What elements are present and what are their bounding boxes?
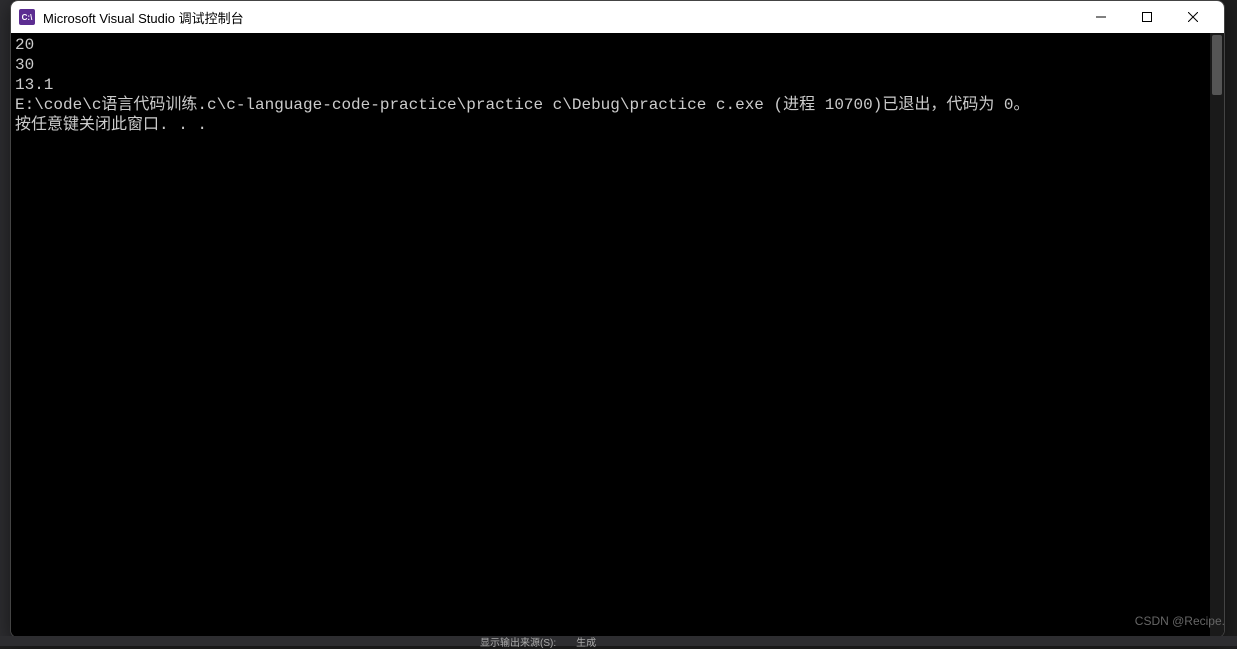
console-line: E:\code\c语言代码训练.c\c-language-code-practi… xyxy=(15,95,1220,115)
output-source-label: 显示输出来源(S): xyxy=(480,634,556,649)
console-line: 13.1 xyxy=(15,75,1220,95)
vertical-scrollbar[interactable] xyxy=(1210,33,1224,637)
maximize-button[interactable] xyxy=(1124,1,1170,33)
bottom-output-strip: 显示输出来源(S): 生成 xyxy=(0,636,1237,646)
watermark-text: CSDN @Recipe. xyxy=(1135,614,1225,628)
console-line: 30 xyxy=(15,55,1220,75)
maximize-icon xyxy=(1142,12,1152,22)
minimize-icon xyxy=(1096,12,1106,22)
close-icon xyxy=(1188,12,1198,22)
app-icon-text: C:\ xyxy=(22,13,33,22)
minimize-button[interactable] xyxy=(1078,1,1124,33)
console-window: C:\ Microsoft Visual Studio 调试控制台 xyxy=(10,0,1225,638)
title-bar[interactable]: C:\ Microsoft Visual Studio 调试控制台 xyxy=(11,1,1224,33)
window-title: Microsoft Visual Studio 调试控制台 xyxy=(43,8,1078,27)
console-line: 按任意键关闭此窗口. . . xyxy=(15,115,1220,135)
close-button[interactable] xyxy=(1170,1,1216,33)
output-build-label: 生成 xyxy=(576,634,596,649)
scrollbar-thumb[interactable] xyxy=(1212,35,1222,95)
console-line: 20 xyxy=(15,35,1220,55)
console-body[interactable]: 20 30 13.1 E:\code\c语言代码训练.c\c-language-… xyxy=(11,33,1224,637)
app-icon: C:\ xyxy=(19,9,35,25)
window-controls xyxy=(1078,1,1216,33)
